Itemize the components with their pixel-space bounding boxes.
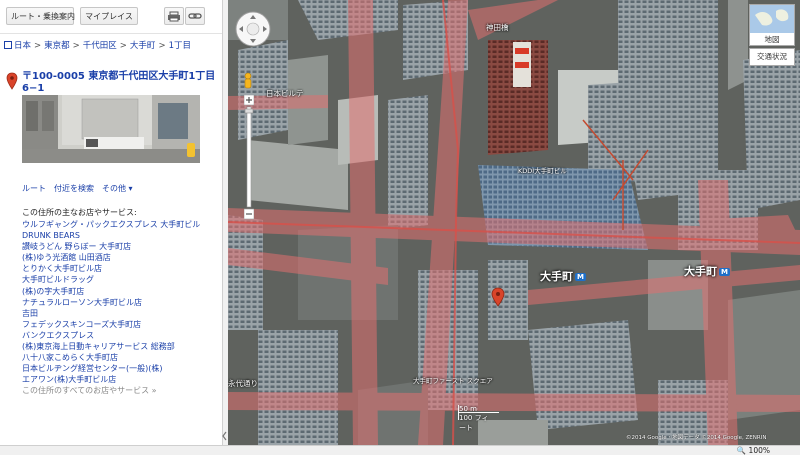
directions-button[interactable]: ルート・乗換案内 [6,7,75,25]
status-bar: 🔍 100% [0,445,800,455]
location-pin-icon[interactable] [491,287,505,307]
map-label: KDDI大手町ビル [518,167,567,175]
list-item[interactable]: 八十八家こめらく大手町店 [22,352,200,363]
station-label[interactable]: 大手町 M [540,268,586,284]
satellite-map[interactable]: 神田橋 日本ビルテ KDDI大手町ビル 永代通り 大手町ファースト スクエア 大… [228,0,800,445]
more-link[interactable]: その他 ▾ [102,184,133,193]
search-nearby-link[interactable]: 付近を検索 [54,184,94,193]
breadcrumb-item[interactable]: 東京都 [44,41,70,51]
list-item[interactable]: (株)ゆう光酒館 山田酒店 [22,252,200,263]
search-results-panel: ルート・乗換案内 マイプレイス 日本 > 東京都 > 千代田区 > 大手町 >1丁目 〒100… [0,0,222,445]
list-item[interactable]: ナチュラルローソン大手町ビル店 [22,297,200,308]
breadcrumb: 日本 > 東京都 > 千代田区 > 大手町 >1丁目 [4,39,191,51]
list-item[interactable]: DRUNK BEARS [22,230,200,241]
map-label: 日本ビルテ [266,89,304,98]
list-item[interactable]: (株)東京海上日動キャリアサービス 総務部 [22,341,200,352]
more-services-link[interactable]: この住所のすべてのお店やサービス » [22,385,200,396]
services-heading: この住所の主なお店やサービス: [22,208,137,217]
list-item[interactable]: とりかく大手町ビル店 [22,263,200,274]
zoom-slider[interactable] [244,95,254,220]
street-view-thumbnail[interactable] [22,95,200,163]
services-list: ウルフギャング・パックエクスプレス 大手町ビル DRUNK BEARS 讃岐うど… [22,219,200,397]
list-item[interactable]: 大手町ビルドラッグ [22,274,200,285]
station-label[interactable]: 大手町 M [684,263,730,279]
breadcrumb-item[interactable]: 日本 [14,41,31,51]
my-places-button[interactable]: マイプレイス [80,7,138,25]
list-item[interactable]: フェデックスキンコーズ大手町店 [22,319,200,330]
layer-map-label: 地図 [764,35,780,44]
street-view-image [22,95,200,163]
pan-control[interactable] [234,10,272,48]
breadcrumb-item[interactable]: 大手町 [130,41,156,51]
result-actions: ルート 付近を検索 その他 ▾ [22,183,141,194]
toolbar-divider [0,33,222,34]
result-address[interactable]: 〒100-0005 東京都千代田区大手町1丁目6−1 [22,71,218,95]
zoom-level[interactable]: 🔍 100% [737,446,770,455]
map-credits: ©2014 Google・地図データ ©2014 Google, ZENRIN [626,435,767,441]
map-label: 永代通り [228,379,258,388]
map-label: 神田橋 [486,23,509,32]
aerial-imagery [228,0,800,445]
magnifier-icon: 🔍 [736,446,747,455]
pegman-icon[interactable] [241,72,255,90]
breadcrumb-item[interactable]: 千代田区 [83,41,117,51]
print-icon [168,11,180,22]
list-item[interactable]: バンクエクスプレス [22,330,200,341]
list-item[interactable]: 日本ビルヂング経営センター(一般)(株) [22,363,200,374]
list-item[interactable]: 讃岐うどん 野らぼー 大手町店 [22,241,200,252]
route-link[interactable]: ルート [22,184,46,193]
link-icon [188,13,202,19]
link-button[interactable] [185,7,205,25]
list-item[interactable]: エアワン(株)大手町ビル店 [22,374,200,385]
list-item[interactable]: 吉田 [22,308,200,319]
layer-traffic-button[interactable]: 交通状況 [749,48,795,66]
list-item[interactable]: (株)の字大手町店 [22,286,200,297]
metro-badge: M [575,273,586,281]
map-scale: 50 m 100 フィート [458,405,499,432]
grid-icon [4,41,12,49]
map-label: 大手町ファースト スクエア [413,377,493,385]
breadcrumb-item[interactable]: 1丁目 [169,41,191,51]
list-item[interactable]: ウルフギャング・パックエクスプレス 大手町ビル [22,219,200,230]
metro-badge: M [719,268,730,276]
result-pin-icon [6,72,18,90]
print-button[interactable] [164,7,184,25]
map-thumbnail-icon [750,5,794,33]
